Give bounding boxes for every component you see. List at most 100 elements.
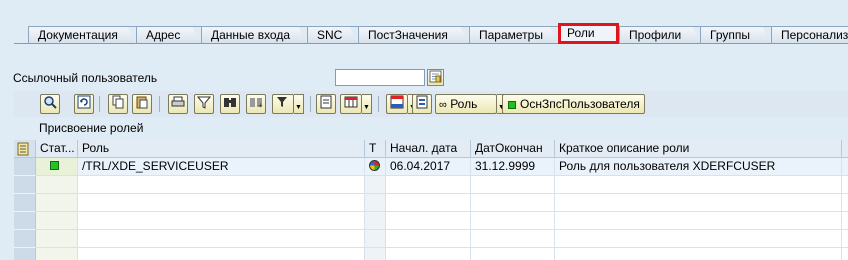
print-preview-icon[interactable] (316, 94, 336, 114)
filter-icon[interactable] (194, 94, 214, 114)
column-header-status[interactable]: Стат... (36, 140, 78, 158)
svg-text:+: + (258, 101, 263, 109)
tab-snc[interactable]: SNC (307, 26, 359, 44)
row-selector[interactable] (14, 248, 36, 260)
empty-cell-status (36, 248, 78, 260)
roles-button-label: Роль (450, 97, 478, 111)
column-header-type[interactable]: T (365, 140, 386, 158)
table-row-type (365, 158, 386, 176)
alv-toolbar: + ▼ ▼ ▼ ∞ Роль ▼ ОснЗпсПользователя (14, 91, 848, 117)
select-all-icon[interactable] (14, 140, 36, 158)
empty-cell-end-date[interactable] (471, 194, 555, 212)
empty-cell-type (365, 230, 386, 248)
roles-button[interactable]: ∞ Роль (435, 94, 497, 114)
tab-logon-data[interactable]: Данные входа (201, 26, 308, 44)
role-assignment-table: Стат... Роль T Начал. дата ДатОкончан Кр… (14, 140, 848, 260)
column-header-role[interactable]: Роль (78, 140, 365, 158)
tab-personalization[interactable]: Персонализ (771, 26, 848, 44)
reference-user-input[interactable] (335, 69, 425, 86)
empty-cell-start-date[interactable] (386, 176, 471, 194)
empty-cell-role[interactable] (78, 248, 365, 260)
column-header-end-date[interactable]: ДатОкончан (471, 140, 555, 158)
tab-parameters[interactable]: Параметры (469, 26, 559, 44)
tab-roles[interactable]: Роли (558, 23, 619, 44)
status-green-icon (50, 161, 59, 170)
f4-help-icon[interactable] (427, 69, 444, 86)
refresh-icon[interactable] (74, 94, 94, 114)
base-user-button[interactable]: ОснЗпсПользователя (502, 94, 645, 114)
empty-cell-end-date[interactable] (471, 176, 555, 194)
filter-dropdown-icon[interactable] (272, 94, 294, 114)
empty-cell-status (36, 194, 78, 212)
tab-documentation[interactable]: Документация (28, 26, 137, 44)
copy-icon[interactable] (108, 94, 128, 114)
empty-cell-start-date[interactable] (386, 248, 471, 260)
role-glasses-icon: ∞ (439, 99, 447, 111)
export-dropdown-arrow[interactable]: ▼ (362, 94, 372, 114)
reference-user-label: Ссылочный пользователь (13, 71, 158, 85)
toolbar-separator (378, 96, 379, 112)
find-icon[interactable] (220, 94, 240, 114)
table-row-start-date[interactable]: 06.04.2017 (386, 158, 471, 176)
empty-cell-role[interactable] (78, 194, 365, 212)
composite-role-icon (369, 160, 380, 171)
empty-cell-extra (842, 194, 848, 212)
row-selector[interactable] (14, 176, 36, 194)
empty-cell-role[interactable] (78, 212, 365, 230)
empty-cell-description (555, 248, 842, 260)
toolbar-separator (310, 96, 311, 112)
row-selector[interactable] (14, 212, 36, 230)
detail-view-icon[interactable] (412, 94, 432, 114)
column-header-start-date[interactable]: Начал. дата (386, 140, 471, 158)
find-next-icon[interactable]: + (246, 94, 266, 114)
row-selector[interactable] (14, 158, 36, 176)
table-row-status (36, 158, 78, 176)
column-header-description[interactable]: Краткое описание роли (555, 140, 842, 158)
table-row-description: Роль для пользователя XDERFCUSER (555, 158, 842, 176)
row-selector[interactable] (14, 230, 36, 248)
empty-cell-extra (842, 248, 848, 260)
empty-cell-start-date[interactable] (386, 230, 471, 248)
tab-address[interactable]: Адрес (136, 26, 202, 44)
layout-icon[interactable] (386, 94, 408, 114)
empty-cell-start-date[interactable] (386, 194, 471, 212)
empty-cell-start-date[interactable] (386, 212, 471, 230)
empty-cell-description (555, 212, 842, 230)
empty-cell-end-date[interactable] (471, 248, 555, 260)
empty-cell-type (365, 212, 386, 230)
empty-cell-role[interactable] (78, 176, 365, 194)
table-row-role[interactable]: /TRL/XDE_SERVICEUSER (78, 158, 365, 176)
tab-defaults[interactable]: ПостЗначения (358, 26, 470, 44)
empty-cell-extra (842, 176, 848, 194)
empty-cell-status (36, 230, 78, 248)
empty-cell-status (36, 212, 78, 230)
export-icon[interactable] (340, 94, 362, 114)
empty-cell-description (555, 230, 842, 248)
empty-cell-extra (842, 230, 848, 248)
filter-dropdown-arrow[interactable]: ▼ (294, 94, 304, 114)
paste-icon[interactable] (132, 94, 152, 114)
row-selector[interactable] (14, 194, 36, 212)
tab-strip: Документация Адрес Данные входа SNC Пост… (0, 0, 848, 46)
empty-cell-description (555, 194, 842, 212)
column-header-extra[interactable] (842, 140, 848, 158)
empty-cell-end-date[interactable] (471, 212, 555, 230)
table-row-extra (842, 158, 848, 176)
empty-cell-extra (842, 212, 848, 230)
empty-cell-type (365, 194, 386, 212)
base-user-button-label: ОснЗпсПользователя (520, 97, 640, 111)
tab-groups[interactable]: Группы (700, 26, 772, 44)
empty-cell-description (555, 176, 842, 194)
tab-strip-baseline (14, 43, 848, 44)
empty-cell-role[interactable] (78, 230, 365, 248)
toolbar-separator (99, 96, 100, 112)
empty-cell-status (36, 176, 78, 194)
tab-profiles[interactable]: Профили (619, 26, 702, 44)
green-status-icon (508, 101, 516, 109)
details-icon[interactable] (40, 94, 60, 114)
empty-cell-type (365, 176, 386, 194)
empty-cell-end-date[interactable] (471, 230, 555, 248)
table-row-end-date[interactable]: 31.12.9999 (471, 158, 555, 176)
print-icon[interactable] (168, 94, 188, 114)
toolbar-separator (159, 96, 160, 112)
